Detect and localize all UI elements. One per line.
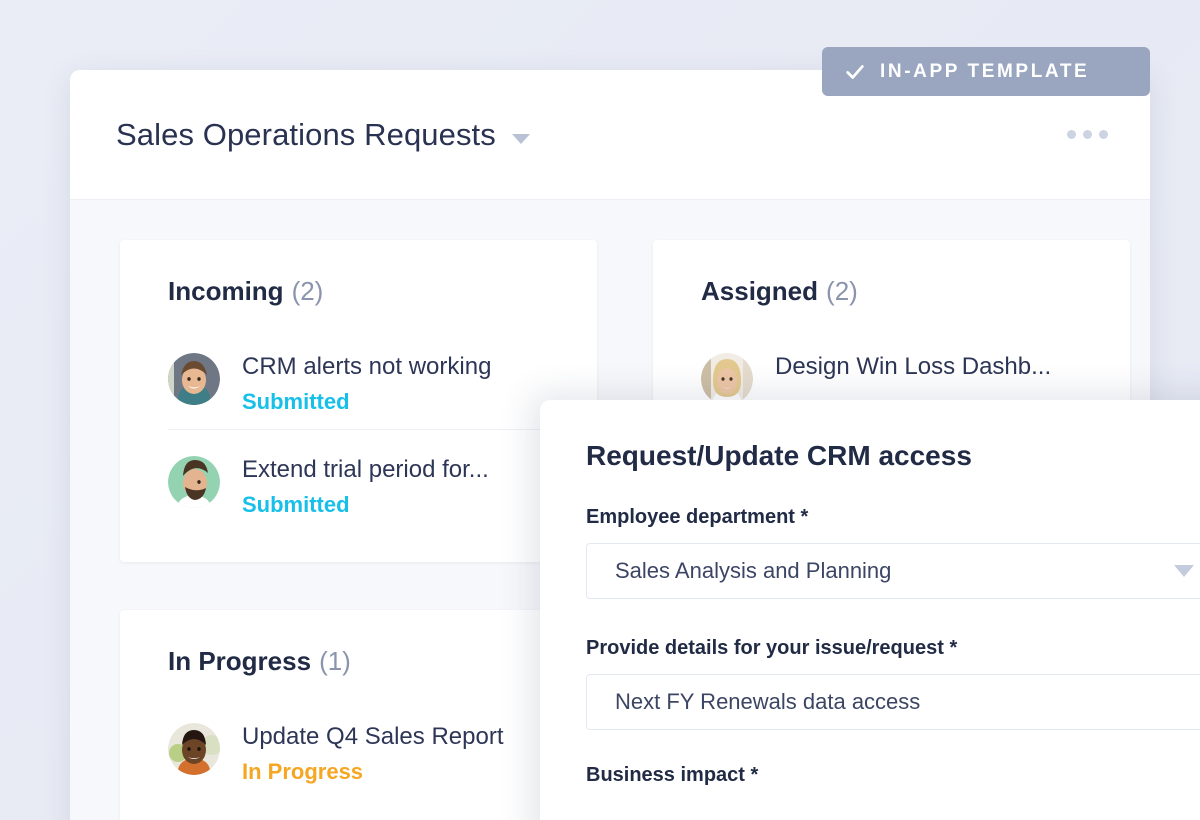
avatar-image [168,722,220,775]
column-count: (2) [291,276,324,306]
task-title: Update Q4 Sales Report [242,722,504,750]
avatar [168,722,220,775]
task-row[interactable]: Update Q4 Sales Report In Progress [168,711,549,799]
avatar-image [701,353,753,405]
request-details-value: Next FY Renewals data access [615,689,921,714]
task-title: CRM alerts not working [242,353,492,380]
ellipsis-dot [1067,130,1076,139]
task-body: Design Win Loss Dashb... [775,351,1051,381]
board-column-left: Incoming (2) CRM alerts not working Subm… [120,240,597,820]
task-row[interactable]: Extend trial period for... Submitted [168,428,549,532]
avatar [168,455,220,508]
chevron-down-icon[interactable] [511,133,530,144]
ellipsis-dot [1083,130,1092,139]
ellipsis-dot [1099,130,1108,139]
avatar [168,353,220,405]
check-icon [846,64,864,79]
column-title-in-progress: In Progress (1) [168,646,549,677]
avatar-image [168,353,220,405]
ellipsis-icon[interactable] [1067,130,1108,139]
page-title: Sales Operations Requests [116,116,496,152]
page-background: Sales Operations Requests Incoming (2) C… [0,0,1200,820]
status-badge: Submitted [242,491,350,517]
column-title-label: Assigned [701,276,819,306]
task-title: Design Win Loss Dashb... [775,353,1052,380]
status-badge: Submitted [242,388,350,414]
column-count: (1) [319,645,351,676]
column-count: (2) [826,276,858,306]
badge-label: IN-APP TEMPLATE [880,60,1090,82]
task-title: Extend trial period for... [242,455,489,483]
field-label-employee-department: Employee department * [586,506,809,528]
column-title-assigned: Assigned (2) [701,276,1082,307]
avatar [701,353,753,405]
column-title-label: Incoming [168,276,284,306]
column-incoming: Incoming (2) CRM alerts not working Subm… [120,240,597,562]
field-label-business-impact: Business impact * [586,764,759,786]
field-label-request-details: Provide details for your issue/request * [586,637,958,659]
column-in-progress: In Progress (1) Update Q4 Sales Report I… [120,609,597,820]
avatar-image [168,455,220,508]
task-body: CRM alerts not working Submitted [242,351,491,415]
task-body: Update Q4 Sales Report In Progress [242,721,503,785]
task-body: Extend trial period for... Submitted [242,454,489,518]
request-details-input[interactable]: Next FY Renewals data access [586,674,1200,730]
employee-department-value: Sales Analysis and Planning [615,558,892,583]
column-title-incoming: Incoming (2) [168,276,549,307]
task-row[interactable]: CRM alerts not working Submitted [168,341,549,429]
chevron-down-icon [1174,565,1194,577]
column-title-label: In Progress [168,645,312,676]
form-title: Request/Update CRM access [586,440,972,471]
employee-department-select[interactable]: Sales Analysis and Planning [586,543,1200,599]
status-badge: In Progress [242,758,364,784]
in-app-template-badge: IN-APP TEMPLATE [822,47,1150,96]
request-form-panel: Request/Update CRM access Employee depar… [540,400,1200,820]
